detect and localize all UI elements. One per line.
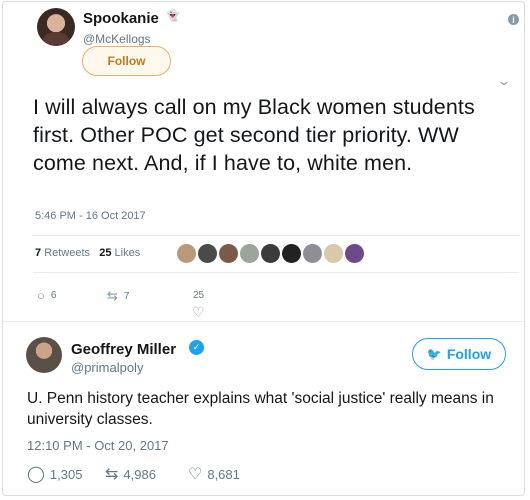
likes-count[interactable]: 25	[99, 247, 111, 259]
liker-avatar[interactable]	[240, 244, 259, 263]
tweet-embed-card: Spookanie 👻 @McKellogs Follow i ⌄ I will…	[2, 1, 525, 496]
verified-badge-icon: ✓	[189, 340, 204, 355]
author-name[interactable]: Spookanie	[83, 10, 159, 27]
liker-avatar[interactable]	[261, 244, 280, 263]
liker-avatar[interactable]	[324, 244, 343, 263]
follow-button[interactable]: Follow	[82, 46, 171, 76]
retweets-count[interactable]: 7	[35, 247, 41, 259]
heart-icon: ♡	[188, 466, 203, 483]
chevron-down-icon[interactable]: ⌄	[497, 74, 511, 88]
tweet-timestamp[interactable]: 12:10 PM - Oct 20, 2017	[27, 438, 169, 453]
likes-label[interactable]: Likes	[115, 247, 141, 259]
heart-icon[interactable]: ♡	[192, 304, 205, 321]
retweets-label[interactable]: Retweets	[44, 247, 90, 259]
author-name[interactable]: Geoffrey Miller	[71, 341, 176, 358]
like-action[interactable]: ♡ 8,681	[188, 464, 240, 484]
divider	[3, 321, 524, 322]
follow-button[interactable]: 🐦 Follow	[412, 338, 506, 370]
tweet-text: U. Penn history teacher explains what 's…	[27, 390, 494, 428]
follow-label: Follow	[446, 346, 492, 362]
retweet-action[interactable]: ⇆ 4,986	[105, 464, 156, 484]
reply-icon: ○	[37, 288, 45, 303]
like-count: 25	[193, 290, 205, 301]
liker-avatar[interactable]	[345, 244, 364, 263]
reply-icon: ◯	[27, 466, 45, 483]
avatar[interactable]	[37, 8, 75, 46]
liker-avatar[interactable]	[303, 244, 322, 263]
ghost-emoji-icon: 👻	[166, 10, 180, 22]
liker-avatar[interactable]	[198, 244, 217, 263]
liker-avatars	[177, 244, 364, 263]
reply-action[interactable]: ◯ 1,305	[27, 464, 82, 484]
engagement-stats: 7 Retweets 25 Likes	[35, 247, 140, 259]
author-handle[interactable]: @primalpoly	[71, 360, 143, 375]
like-count: 8,681	[207, 466, 240, 482]
liker-avatar[interactable]	[282, 244, 301, 263]
divider	[33, 272, 519, 273]
divider	[33, 235, 519, 236]
reply-count: 1,305	[49, 466, 83, 482]
retweet-icon: ⇆	[105, 466, 119, 483]
liker-avatar[interactable]	[177, 244, 196, 263]
embedded-tweet-screenshot: Spookanie 👻 @McKellogs Follow i ⌄ I will…	[19, 2, 519, 320]
tweet-timestamp[interactable]: 5:46 PM - 16 Oct 2017	[35, 210, 146, 222]
retweet-count: 7	[123, 290, 130, 302]
author-handle[interactable]: @McKellogs	[83, 32, 151, 46]
retweet-action[interactable]: ⇆ 7	[107, 288, 129, 304]
tweet-text: I will always call on my Black women stu…	[33, 95, 475, 175]
info-icon[interactable]: i	[508, 14, 519, 25]
twitter-bird-icon: 🐦	[426, 347, 442, 361]
reply-count: 6	[50, 290, 57, 301]
avatar[interactable]	[26, 337, 62, 373]
retweet-count: 4,986	[123, 466, 156, 482]
reply-action[interactable]: ○ 6	[37, 288, 56, 303]
retweet-icon: ⇆	[107, 288, 118, 303]
liker-avatar[interactable]	[219, 244, 238, 263]
